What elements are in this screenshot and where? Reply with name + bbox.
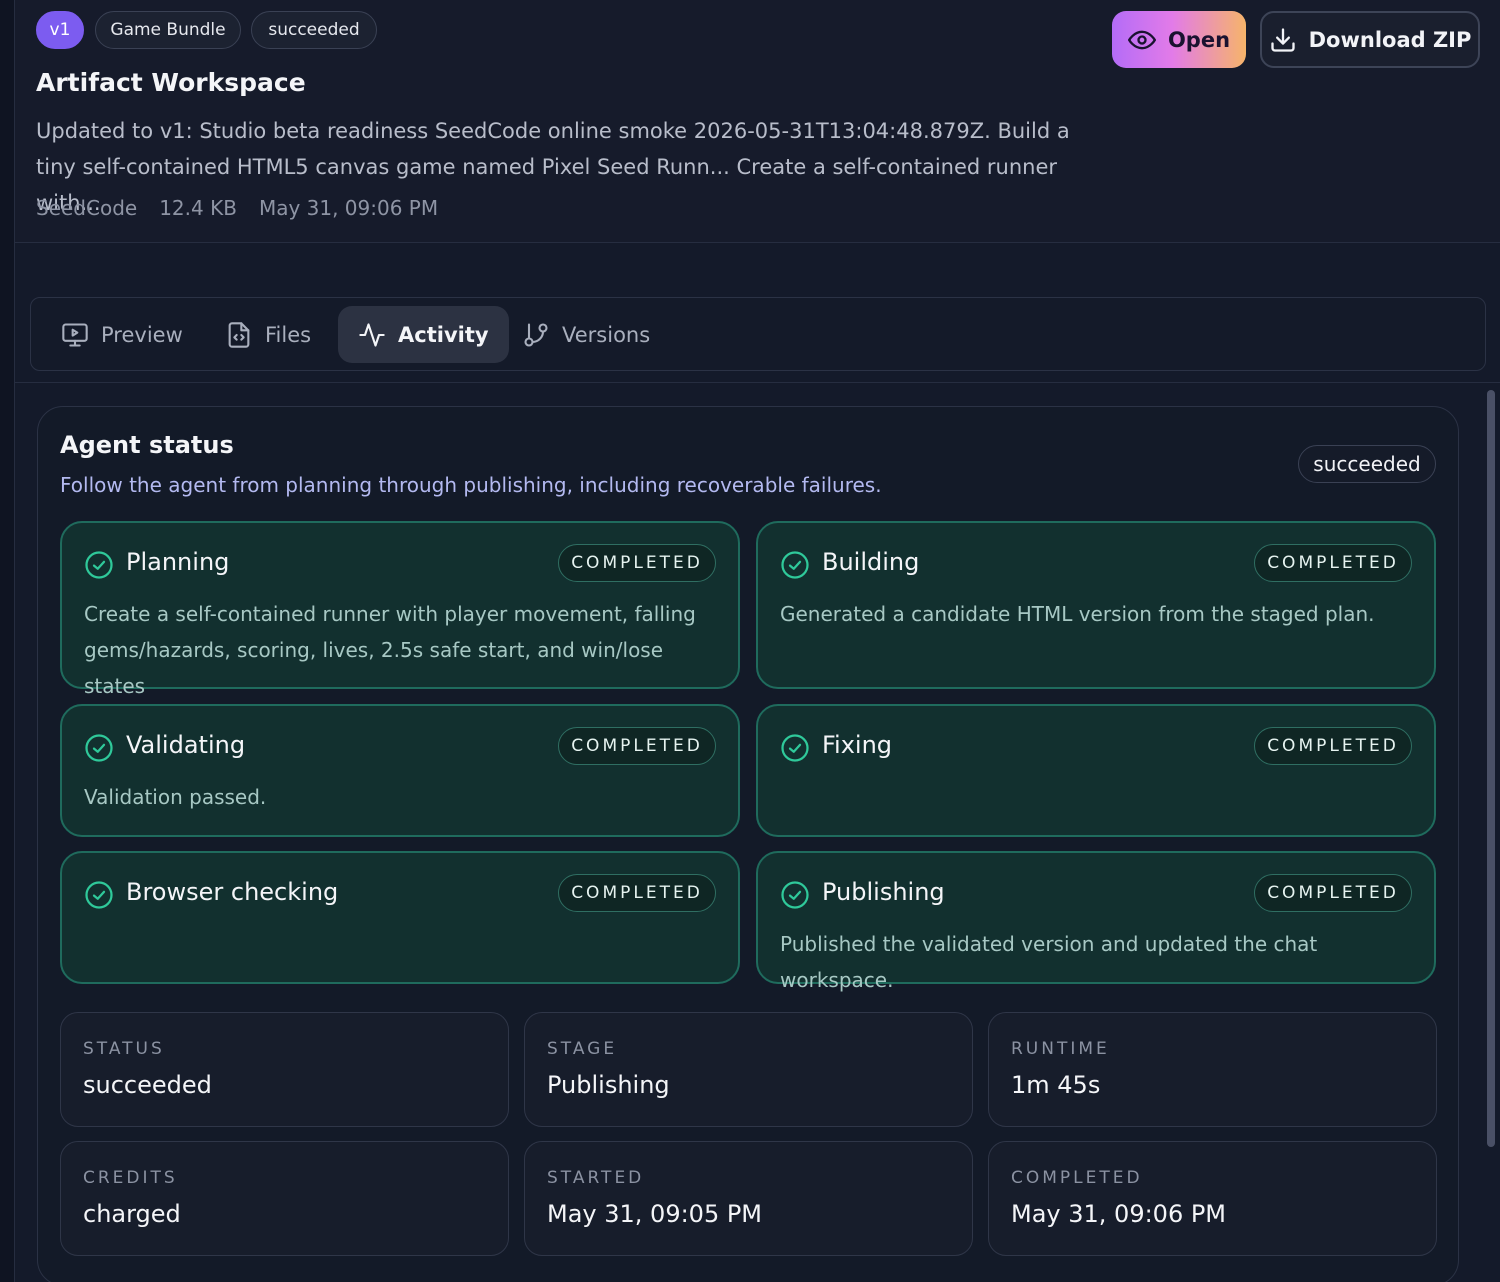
meta-source: SeedCode (36, 196, 138, 220)
stage-card-browser-checking: Browser checking COMPLETED (60, 851, 740, 984)
artifact-workspace: v1 Game Bundle succeeded Open Download Z… (14, 0, 1500, 1282)
stage-status-badge: COMPLETED (1254, 544, 1412, 582)
artifact-header: v1 Game Bundle succeeded Open Download Z… (15, 0, 1500, 243)
stat-value: May 31, 09:05 PM (547, 1200, 763, 1228)
stage-description: Create a self-contained runner with play… (84, 602, 696, 698)
check-circle-icon (781, 881, 809, 909)
stage-card-publishing: Publishing COMPLETED Published the valid… (756, 851, 1436, 992)
status-badge: succeeded (251, 11, 377, 49)
stat-value: Publishing (547, 1071, 670, 1099)
check-circle-icon (85, 881, 113, 909)
activity-icon (359, 322, 385, 347)
stat-value: succeeded (83, 1071, 212, 1099)
scrollbar[interactable] (1487, 390, 1495, 1147)
stat-label: STATUS (83, 1039, 165, 1059)
tab-versions[interactable]: Versions (502, 306, 670, 363)
stage-name: Browser checking (126, 878, 339, 906)
stat-status: STATUS succeeded (60, 1012, 509, 1127)
stat-label: RUNTIME (1011, 1039, 1110, 1059)
stat-label: CREDITS (83, 1168, 178, 1188)
stage-card-building: Building COMPLETED Generated a candidate… (756, 521, 1436, 689)
stage-name: Building (822, 548, 920, 576)
tab-files[interactable]: Files (205, 306, 331, 363)
stat-runtime: RUNTIME 1m 45s (988, 1012, 1437, 1127)
kind-badge: Game Bundle (95, 11, 241, 49)
download-zip-button[interactable]: Download ZIP (1260, 11, 1480, 68)
tab-bar: Preview Files Activity Versions (30, 297, 1486, 371)
tab-preview-label: Preview (101, 322, 183, 347)
version-badge: v1 (36, 11, 84, 49)
stage-card-fixing: Fixing COMPLETED (756, 704, 1436, 837)
artifact-meta: SeedCode 12.4 KB May 31, 09:06 PM (36, 196, 438, 220)
meta-date: May 31, 09:06 PM (258, 196, 439, 220)
stat-label: COMPLETED (1011, 1168, 1143, 1188)
stat-value: May 31, 09:06 PM (1011, 1200, 1227, 1228)
stage-status-badge: COMPLETED (558, 874, 716, 912)
stage-name: Planning (126, 548, 230, 576)
agent-status-title: Agent status (60, 431, 234, 459)
stage-name: Fixing (822, 731, 893, 759)
page-title: Artifact Workspace (36, 68, 306, 97)
stat-stage: STAGE Publishing (524, 1012, 973, 1127)
tab-files-label: Files (265, 322, 312, 347)
download-icon (1270, 27, 1295, 52)
file-code-icon (228, 321, 250, 348)
agent-status-panel: Agent status Follow the agent from plann… (37, 406, 1459, 1282)
open-button-label: Open (1167, 27, 1231, 52)
stage-status-badge: COMPLETED (558, 727, 716, 765)
stage-description: Generated a candidate HTML version from … (780, 602, 1375, 626)
stage-card-validating: Validating COMPLETED Validation passed. (60, 704, 740, 837)
stage-status-badge: COMPLETED (1254, 874, 1412, 912)
stage-name: Validating (126, 731, 246, 759)
monitor-play-icon (62, 322, 88, 347)
stat-label: STAGE (547, 1039, 618, 1059)
agent-status-badge: succeeded (1298, 445, 1436, 483)
stat-started: STARTED May 31, 09:05 PM (524, 1141, 973, 1256)
eye-icon (1127, 30, 1156, 49)
stage-status-badge: COMPLETED (1254, 727, 1412, 765)
download-zip-label: Download ZIP (1308, 27, 1472, 52)
stage-description: Validation passed. (84, 785, 267, 809)
check-circle-icon (85, 734, 113, 762)
stage-card-planning: Planning COMPLETED Create a self-contain… (60, 521, 740, 698)
tab-activity-label: Activity (398, 322, 489, 347)
divider (15, 382, 1500, 383)
tab-preview[interactable]: Preview (41, 306, 203, 363)
check-circle-icon (781, 734, 809, 762)
tab-activity[interactable]: Activity (338, 306, 509, 363)
stat-completed: COMPLETED May 31, 09:06 PM (988, 1141, 1437, 1256)
meta-size: 12.4 KB (159, 196, 237, 220)
check-circle-icon (781, 551, 809, 579)
stage-description: Published the validated version and upda… (780, 932, 1318, 992)
agent-status-subtitle: Follow the agent from planning through p… (60, 473, 882, 497)
stage-name: Publishing (822, 878, 945, 906)
stat-credits: CREDITS charged (60, 1141, 509, 1256)
stat-value: charged (83, 1200, 181, 1228)
git-branch-icon (524, 322, 548, 347)
open-button[interactable]: Open (1112, 11, 1246, 68)
check-circle-icon (85, 551, 113, 579)
tab-versions-label: Versions (562, 322, 651, 347)
stat-value: 1m 45s (1011, 1071, 1101, 1099)
stat-label: STARTED (547, 1168, 645, 1188)
stage-status-badge: COMPLETED (558, 544, 716, 582)
